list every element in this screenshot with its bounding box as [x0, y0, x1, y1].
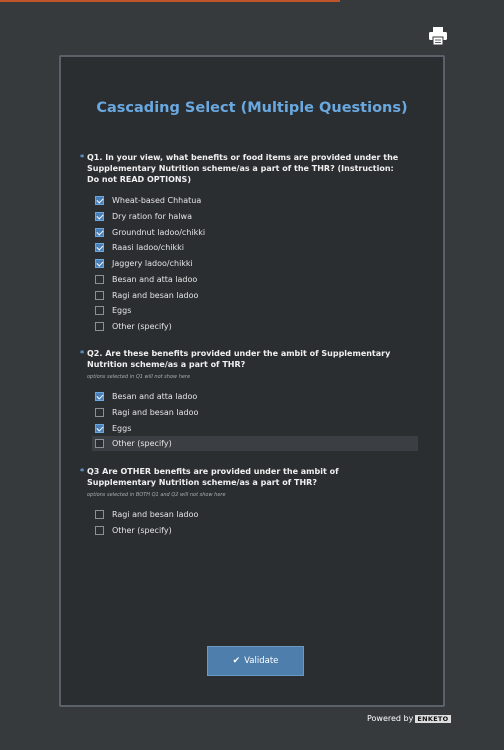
option-label: Eggs [112, 424, 132, 433]
option-label: Raasi ladoo/chikki [112, 243, 184, 252]
option-q1-dry-ration-for-halwa[interactable]: Dry ration for halwa [92, 209, 418, 224]
option-label: Other (specify) [112, 322, 172, 331]
option-q1-eggs[interactable]: Eggs [92, 303, 418, 318]
checkbox[interactable] [95, 196, 104, 205]
option-q2-ragi-besan-ladoo[interactable]: Ragi and besan ladoo [92, 405, 418, 420]
option-label: Dry ration for halwa [112, 212, 192, 221]
checkbox[interactable] [95, 526, 104, 535]
check-icon: ✔ [232, 656, 241, 666]
checkbox[interactable] [95, 322, 104, 331]
option-label: Other (specify) [112, 526, 172, 535]
top-accent-line [0, 0, 340, 2]
option-q1-ragi-besan-ladoo[interactable]: Ragi and besan ladoo [92, 288, 418, 303]
form-panel: Cascading Select (Multiple Questions) * … [59, 55, 445, 707]
option-label: Besan and atta ladoo [112, 392, 198, 401]
option-q1-besan-atta-ladoo[interactable]: Besan and atta ladoo [92, 272, 418, 287]
powered-by: Powered by ENKETO [367, 714, 451, 723]
option-label: Groundnut ladoo/chikki [112, 228, 206, 237]
option-q1-raasi-ladoo[interactable]: Raasi ladoo/chikki [92, 240, 418, 255]
question-label: * Q1. In your view, what benefits or foo… [80, 153, 399, 184]
option-q1-other[interactable]: Other (specify) [92, 319, 418, 334]
checkbox[interactable] [95, 510, 104, 519]
validate-button[interactable]: ✔ Validate [207, 646, 304, 676]
checkbox[interactable] [95, 212, 104, 221]
question-hint: options selected in BOTH Q1 and Q2 will … [87, 492, 226, 498]
required-mark: * [80, 467, 85, 476]
question-label: * Q3 Are OTHER benefits are provided und… [80, 467, 339, 487]
option-label: Wheat-based Chhatua [112, 196, 202, 205]
validate-label: Validate [244, 656, 279, 666]
option-q2-other[interactable]: Other (specify) [92, 436, 418, 451]
powered-by-label: Powered by [367, 714, 414, 723]
checkbox[interactable] [95, 243, 104, 252]
question-label: * Q2. Are these benefits provided under … [80, 349, 391, 369]
option-label: Other (specify) [112, 439, 172, 448]
option-label: Besan and atta ladoo [112, 275, 198, 284]
option-q1-jaggery-ladoo[interactable]: Jaggery ladoo/chikki [92, 256, 418, 271]
print-icon[interactable] [428, 27, 448, 46]
option-label: Ragi and besan ladoo [112, 291, 199, 300]
checkbox[interactable] [95, 392, 104, 401]
required-mark: * [80, 349, 85, 358]
option-q1-wheat-based-chhatua[interactable]: Wheat-based Chhatua [92, 193, 418, 208]
option-label: Jaggery ladoo/chikki [112, 259, 193, 268]
checkbox[interactable] [95, 275, 104, 284]
option-q1-groundnut-ladoo[interactable]: Groundnut ladoo/chikki [92, 225, 418, 240]
checkbox[interactable] [95, 439, 104, 448]
question-hint: options selected in Q1 will not show her… [87, 374, 191, 380]
checkbox[interactable] [95, 408, 104, 417]
checkbox[interactable] [95, 306, 104, 315]
enketo-logo[interactable]: ENKETO [415, 714, 451, 723]
option-label: Ragi and besan ladoo [112, 510, 199, 519]
option-q2-besan-atta-ladoo[interactable]: Besan and atta ladoo [92, 389, 418, 404]
option-label: Ragi and besan ladoo [112, 408, 199, 417]
option-q3-other[interactable]: Other (specify) [92, 523, 418, 538]
required-mark: * [80, 153, 85, 162]
checkbox[interactable] [95, 424, 104, 433]
checkbox[interactable] [95, 228, 104, 237]
checkbox[interactable] [95, 291, 104, 300]
option-q2-eggs[interactable]: Eggs [92, 421, 418, 436]
option-q3-ragi-besan-ladoo[interactable]: Ragi and besan ladoo [92, 507, 418, 522]
checkbox[interactable] [95, 259, 104, 268]
option-label: Eggs [112, 306, 132, 315]
form-title: Cascading Select (Multiple Questions) [96, 100, 408, 116]
